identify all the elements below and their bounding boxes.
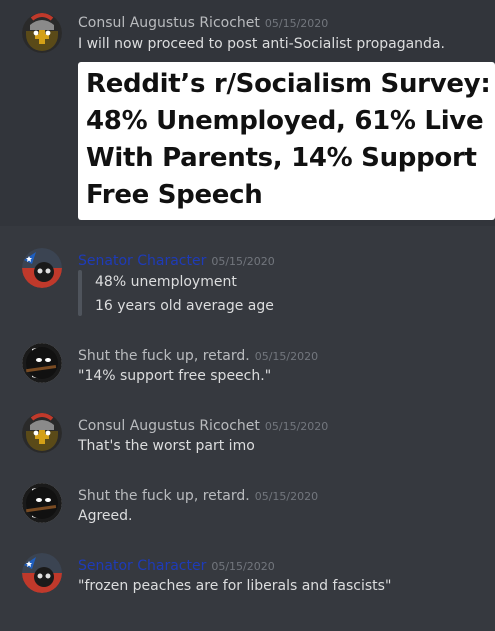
message-timestamp: 05/15/2020	[264, 420, 329, 433]
message: Senator Character 05/15/2020 48% unemploy…	[0, 240, 495, 320]
image-text-line: Free Speech	[86, 180, 263, 210]
blockquote-bar	[78, 270, 82, 316]
message-timestamp: 05/15/2020	[211, 560, 275, 573]
image-text-line: 48% Unemployed, 61% Live	[86, 106, 484, 136]
rome-countryball-avatar-icon[interactable]	[22, 413, 62, 453]
message-author[interactable]: Shut the fuck up, retard.	[78, 348, 250, 364]
quote-line: 16 years old average age	[95, 298, 274, 314]
message-timestamp: 05/15/2020	[254, 490, 319, 503]
message-author[interactable]: Consul Augustus Ricochet	[78, 15, 260, 31]
message-list: Consul Augustus Ricochet 05/15/2020 I wil…	[0, 0, 495, 631]
image-text-line: Reddit’s r/Socialism Survey:	[86, 69, 491, 99]
message-author[interactable]: Consul Augustus Ricochet	[78, 418, 260, 434]
message-timestamp: 05/15/2020	[264, 17, 329, 30]
rome-countryball-avatar-icon[interactable]	[22, 13, 62, 53]
musket-countryball-avatar-icon[interactable]	[22, 483, 62, 523]
message-text: "frozen peaches are for liberals and fas…	[78, 578, 392, 594]
message-text: That's the worst part imo	[78, 438, 255, 454]
message: Consul Augustus Ricochet 05/15/2020 That'…	[0, 405, 495, 465]
message-text: "14% support free speech."	[78, 368, 272, 384]
message-author[interactable]: Shut the fuck up, retard.	[78, 488, 250, 504]
message-author[interactable]: Senator Character	[78, 558, 206, 574]
message-author[interactable]: Senator Character	[78, 253, 206, 269]
message-text: Agreed.	[78, 508, 133, 524]
image-text-line: With Parents, 14% Support	[86, 143, 477, 173]
message-text: I will now proceed to post anti-Socialis…	[78, 36, 445, 52]
musket-countryball-avatar-icon[interactable]	[22, 343, 62, 383]
senator-countryball-avatar-icon[interactable]	[22, 553, 62, 593]
quote-line: 48% unemployment	[95, 274, 237, 290]
message: Shut the fuck up, retard. 05/15/2020 "14%…	[0, 335, 495, 395]
senator-countryball-avatar-icon[interactable]	[22, 248, 62, 288]
message: Senator Character 05/15/2020 "frozen peac…	[0, 545, 495, 605]
attached-image[interactable]: Reddit’s r/Socialism Survey: 48% Unemplo…	[78, 62, 495, 220]
message: Consul Augustus Ricochet 05/15/2020 I wil…	[0, 0, 495, 226]
message-timestamp: 05/15/2020	[211, 255, 275, 268]
message: Shut the fuck up, retard. 05/15/2020 Agre…	[0, 475, 495, 535]
message-timestamp: 05/15/2020	[254, 350, 319, 363]
